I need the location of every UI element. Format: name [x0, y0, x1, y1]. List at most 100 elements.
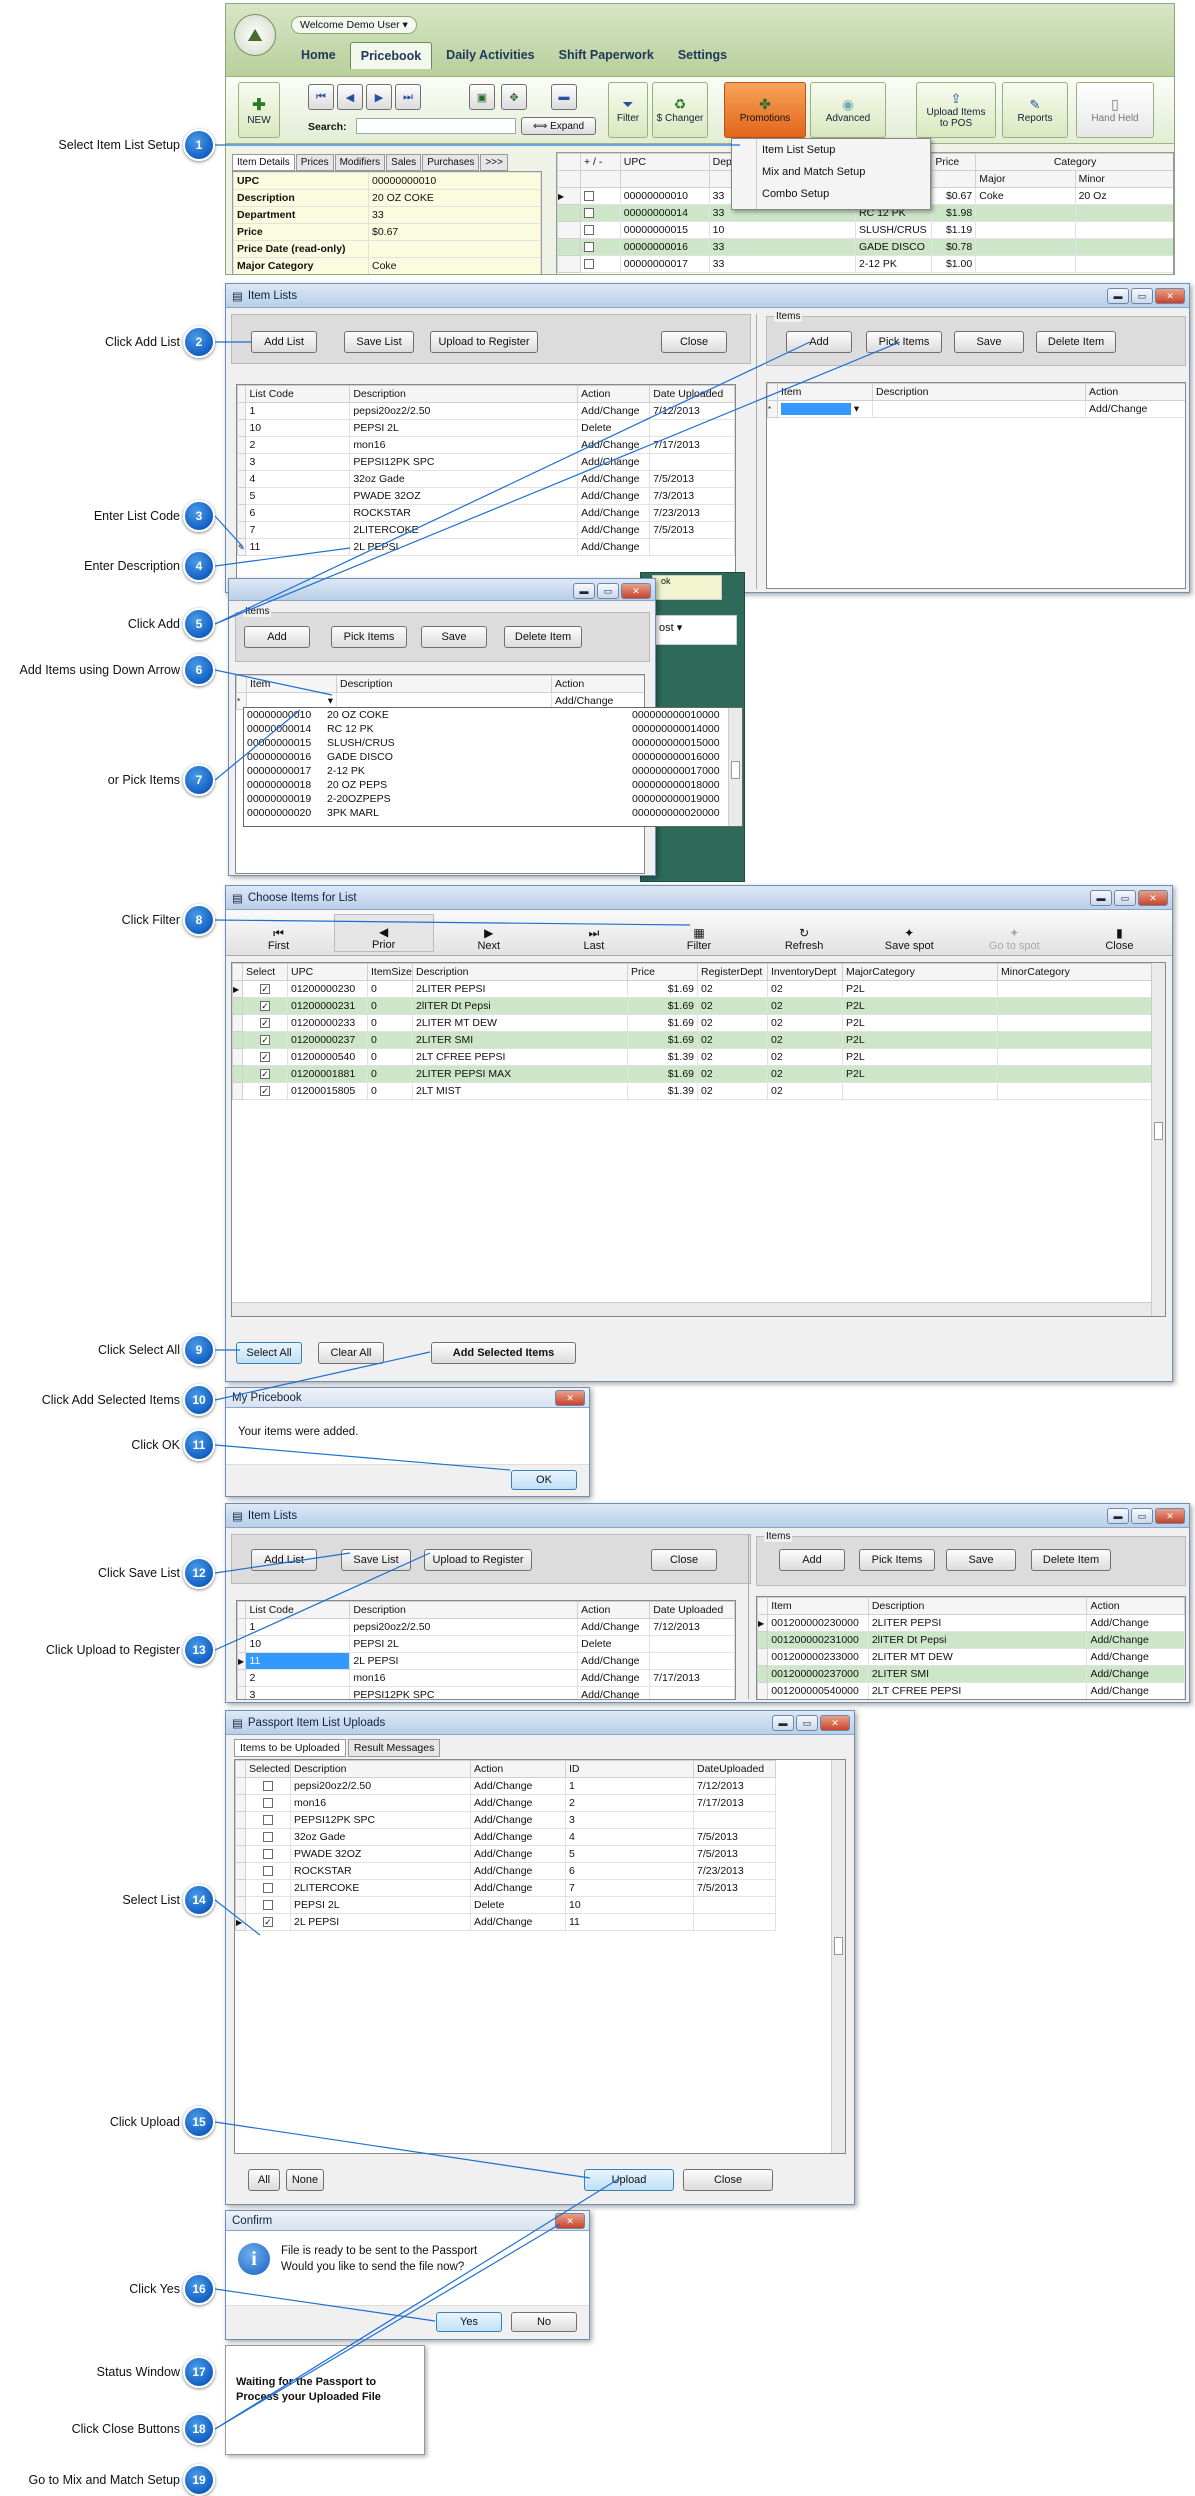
row-checkbox[interactable] — [584, 191, 594, 202]
table-row[interactable]: 00000000016 33 GADE DISCO $0.78 — [557, 238, 1173, 256]
menu-item-2[interactable]: Combo Setup — [762, 188, 829, 200]
selected-checkbox[interactable] — [263, 1781, 273, 1792]
delete-item-button[interactable]: Delete Item — [1036, 331, 1116, 353]
minimize-button[interactable]: ▬ — [772, 1715, 794, 1731]
tab-pricebook[interactable]: Pricebook — [349, 42, 433, 69]
nav-close-button[interactable]: ▮ Close — [1069, 926, 1169, 952]
delete-item-button[interactable]: Delete Item — [1031, 1549, 1111, 1571]
selected-checkbox[interactable] — [263, 1832, 273, 1843]
select-checkbox[interactable]: ✓ — [260, 1086, 270, 1097]
pick-items-button[interactable]: Pick Items — [331, 626, 407, 648]
dropdown-option[interactable]: 00000000019 2-20OZPEPS 000000000019000 — [244, 792, 742, 806]
table-row[interactable]: 00000000015 10 SLUSH/CRUS $1.19 — [557, 221, 1173, 239]
table-row[interactable]: 2 mon16 Add/Change 7/17/2013 — [237, 436, 735, 454]
add-item-button[interactable]: Add — [244, 626, 310, 648]
table-row[interactable]: 5 PWADE 32OZ Add/Change 7/3/2013 — [237, 487, 735, 505]
maximize-button[interactable]: ▭ — [597, 583, 619, 599]
minimize-button[interactable]: ▬ — [1090, 890, 1112, 906]
table-row[interactable]: 32oz Gade Add/Change 4 7/5/2013 — [235, 1828, 776, 1846]
selected-checkbox[interactable] — [263, 1900, 273, 1911]
delete-item-button[interactable]: Delete Item — [504, 626, 582, 648]
menu-item-1[interactable]: Mix and Match Setup — [762, 166, 865, 178]
selected-checkbox[interactable] — [263, 1798, 273, 1809]
save-record-button[interactable]: ▣ — [469, 84, 495, 110]
detail-tab-3[interactable]: Sales — [386, 154, 422, 171]
advanced-button[interactable]: ◉ Advanced — [810, 82, 886, 138]
new-button[interactable]: ✚ NEW — [238, 82, 280, 138]
select-checkbox[interactable]: ✓ — [260, 1069, 270, 1080]
select-all-button[interactable]: Select All — [236, 1342, 302, 1364]
close-button[interactable]: Close — [661, 331, 727, 353]
pick-items-button[interactable]: Pick Items — [866, 331, 942, 353]
dropdown-option[interactable]: 00000000010 20 OZ COKE 000000000010000 — [244, 708, 742, 722]
table-row[interactable]: 4 32oz Gade Add/Change 7/5/2013 — [237, 470, 735, 488]
table-row[interactable]: 1 pepsi20oz2/2.50 Add/Change 7/12/2013 — [237, 1618, 735, 1636]
table-row[interactable]: 001200000540000 2LT CFREE PEPSI Add/Change — [757, 1682, 1185, 1699]
minimize-button[interactable]: ▬ — [1107, 1508, 1129, 1524]
nav-last-button[interactable]: ⏭ Last — [544, 926, 644, 952]
passport-tab-1[interactable]: Result Messages — [347, 1739, 441, 1757]
upload-button[interactable]: Upload — [584, 2169, 674, 2191]
grid-view-button[interactable]: ✥ — [501, 84, 527, 110]
table-row[interactable]: 3 PEPSI12PK SPC Add/Change — [237, 453, 735, 471]
maximize-button[interactable]: ▭ — [796, 1715, 818, 1731]
table-row[interactable]: 7 2LITERCOKE Add/Change 7/5/2013 — [237, 521, 735, 539]
select-all-rows-button[interactable]: All — [248, 2169, 280, 2191]
add-list-button[interactable]: Add List — [251, 331, 317, 353]
add-item-button[interactable]: Add — [779, 1549, 845, 1571]
welcome-menu[interactable]: Welcome Demo User ▾ — [291, 16, 417, 34]
close-window-button[interactable]: ✕ — [621, 583, 651, 599]
table-row[interactable]: PEPSI 2L Delete 10 — [235, 1896, 776, 1914]
table-row[interactable]: 001200000231000 2lITER Dt Pepsi Add/Change — [757, 1631, 1185, 1649]
expand-button[interactable]: ⟺ Expand — [521, 117, 596, 135]
select-checkbox[interactable]: ✓ — [260, 984, 270, 995]
upload-register-button[interactable]: Upload to Register — [430, 331, 538, 353]
table-row[interactable]: 10 PEPSI 2L Delete — [237, 1635, 735, 1653]
search-input[interactable] — [356, 118, 516, 134]
price-changer-button[interactable]: ♻ $ Changer — [652, 82, 708, 138]
last-record-button[interactable]: ⏭ — [395, 84, 421, 110]
table-row[interactable]: ✓ 01200015805 0 2LT MIST $1.39 02 02 — [232, 1082, 1165, 1100]
table-row[interactable]: 2 mon16 Add/Change 7/17/2013 — [237, 1669, 735, 1687]
save-items-button[interactable]: Save — [954, 331, 1024, 353]
passport-tab-0[interactable]: Items to be Uploaded — [234, 1739, 346, 1757]
tab-shift-paperwork[interactable]: Shift Paperwork — [549, 42, 664, 69]
nav-save-spot-button[interactable]: ✦ Save spot — [859, 926, 959, 952]
ok-button[interactable]: OK — [511, 1470, 577, 1490]
selected-checkbox[interactable] — [263, 1883, 273, 1894]
promotions-button[interactable]: ✤ Promotions — [724, 82, 806, 138]
row-checkbox[interactable] — [584, 259, 594, 270]
nav-next-button[interactable]: ▶ Next — [439, 926, 539, 952]
table-row[interactable]: ✎ 11 2L PEPSI Add/Change — [237, 538, 735, 556]
detail-tab-1[interactable]: Prices — [295, 154, 334, 171]
close-window-button[interactable]: ✕ — [1155, 288, 1185, 304]
hand-held-button[interactable]: ▯ Hand Held — [1076, 82, 1154, 138]
maximize-button[interactable]: ▭ — [1131, 1508, 1153, 1524]
detail-tab-0[interactable]: Item Details — [232, 154, 295, 171]
minimize-button[interactable]: ▬ — [1107, 288, 1129, 304]
dropdown-option[interactable]: 00000000020 3PK MARL 000000000020000 — [244, 806, 742, 820]
pick-items-button[interactable]: Pick Items — [859, 1549, 935, 1571]
nav-first-button[interactable]: ⏮ First — [229, 926, 329, 952]
maximize-button[interactable]: ▭ — [1114, 890, 1136, 906]
table-row[interactable]: ▶ 11 2L PEPSI Add/Change — [237, 1652, 735, 1670]
table-row[interactable]: 3 PEPSI12PK SPC Add/Change — [237, 1686, 735, 1699]
save-list-button[interactable]: Save List — [341, 1549, 411, 1571]
detail-tab-4[interactable]: Purchases — [422, 154, 480, 171]
table-row[interactable]: ✓ 01200000540 0 2LT CFREE PEPSI $1.39 02 02 P2L — [232, 1048, 1165, 1066]
table-row[interactable]: ✓ 01200001881 0 2LITER PEPSI MAX $1.69 02 02 P2… — [232, 1065, 1165, 1083]
tab-home[interactable]: Home — [291, 42, 346, 69]
table-row[interactable]: ✓ 01200000231 0 2lITER Dt Pepsi $1.69 02 02 P2L — [232, 997, 1165, 1015]
select-none-button[interactable]: None — [286, 2169, 324, 2191]
dropdown-option[interactable]: 00000000015 SLUSH/CRUS 000000000015000 — [244, 736, 742, 750]
clear-all-button[interactable]: Clear All — [318, 1342, 384, 1364]
table-row[interactable]: ✓ 01200000237 0 2LITER SMI $1.69 02 02 P2L — [232, 1031, 1165, 1049]
delete-record-button[interactable]: ▬ — [551, 84, 577, 110]
table-row[interactable]: 6 ROCKSTAR Add/Change 7/23/2013 — [237, 504, 735, 522]
item-code-input[interactable]: ▾ — [777, 400, 873, 418]
upload-items-pos-button[interactable]: ⇪ Upload Items to POS — [916, 82, 996, 138]
close-window-button[interactable]: ✕ — [1155, 1508, 1185, 1524]
close-button[interactable]: Close — [651, 1549, 717, 1571]
prior-record-button[interactable]: ◀ — [337, 84, 363, 110]
table-row[interactable]: PEPSI12PK SPC Add/Change 3 — [235, 1811, 776, 1829]
